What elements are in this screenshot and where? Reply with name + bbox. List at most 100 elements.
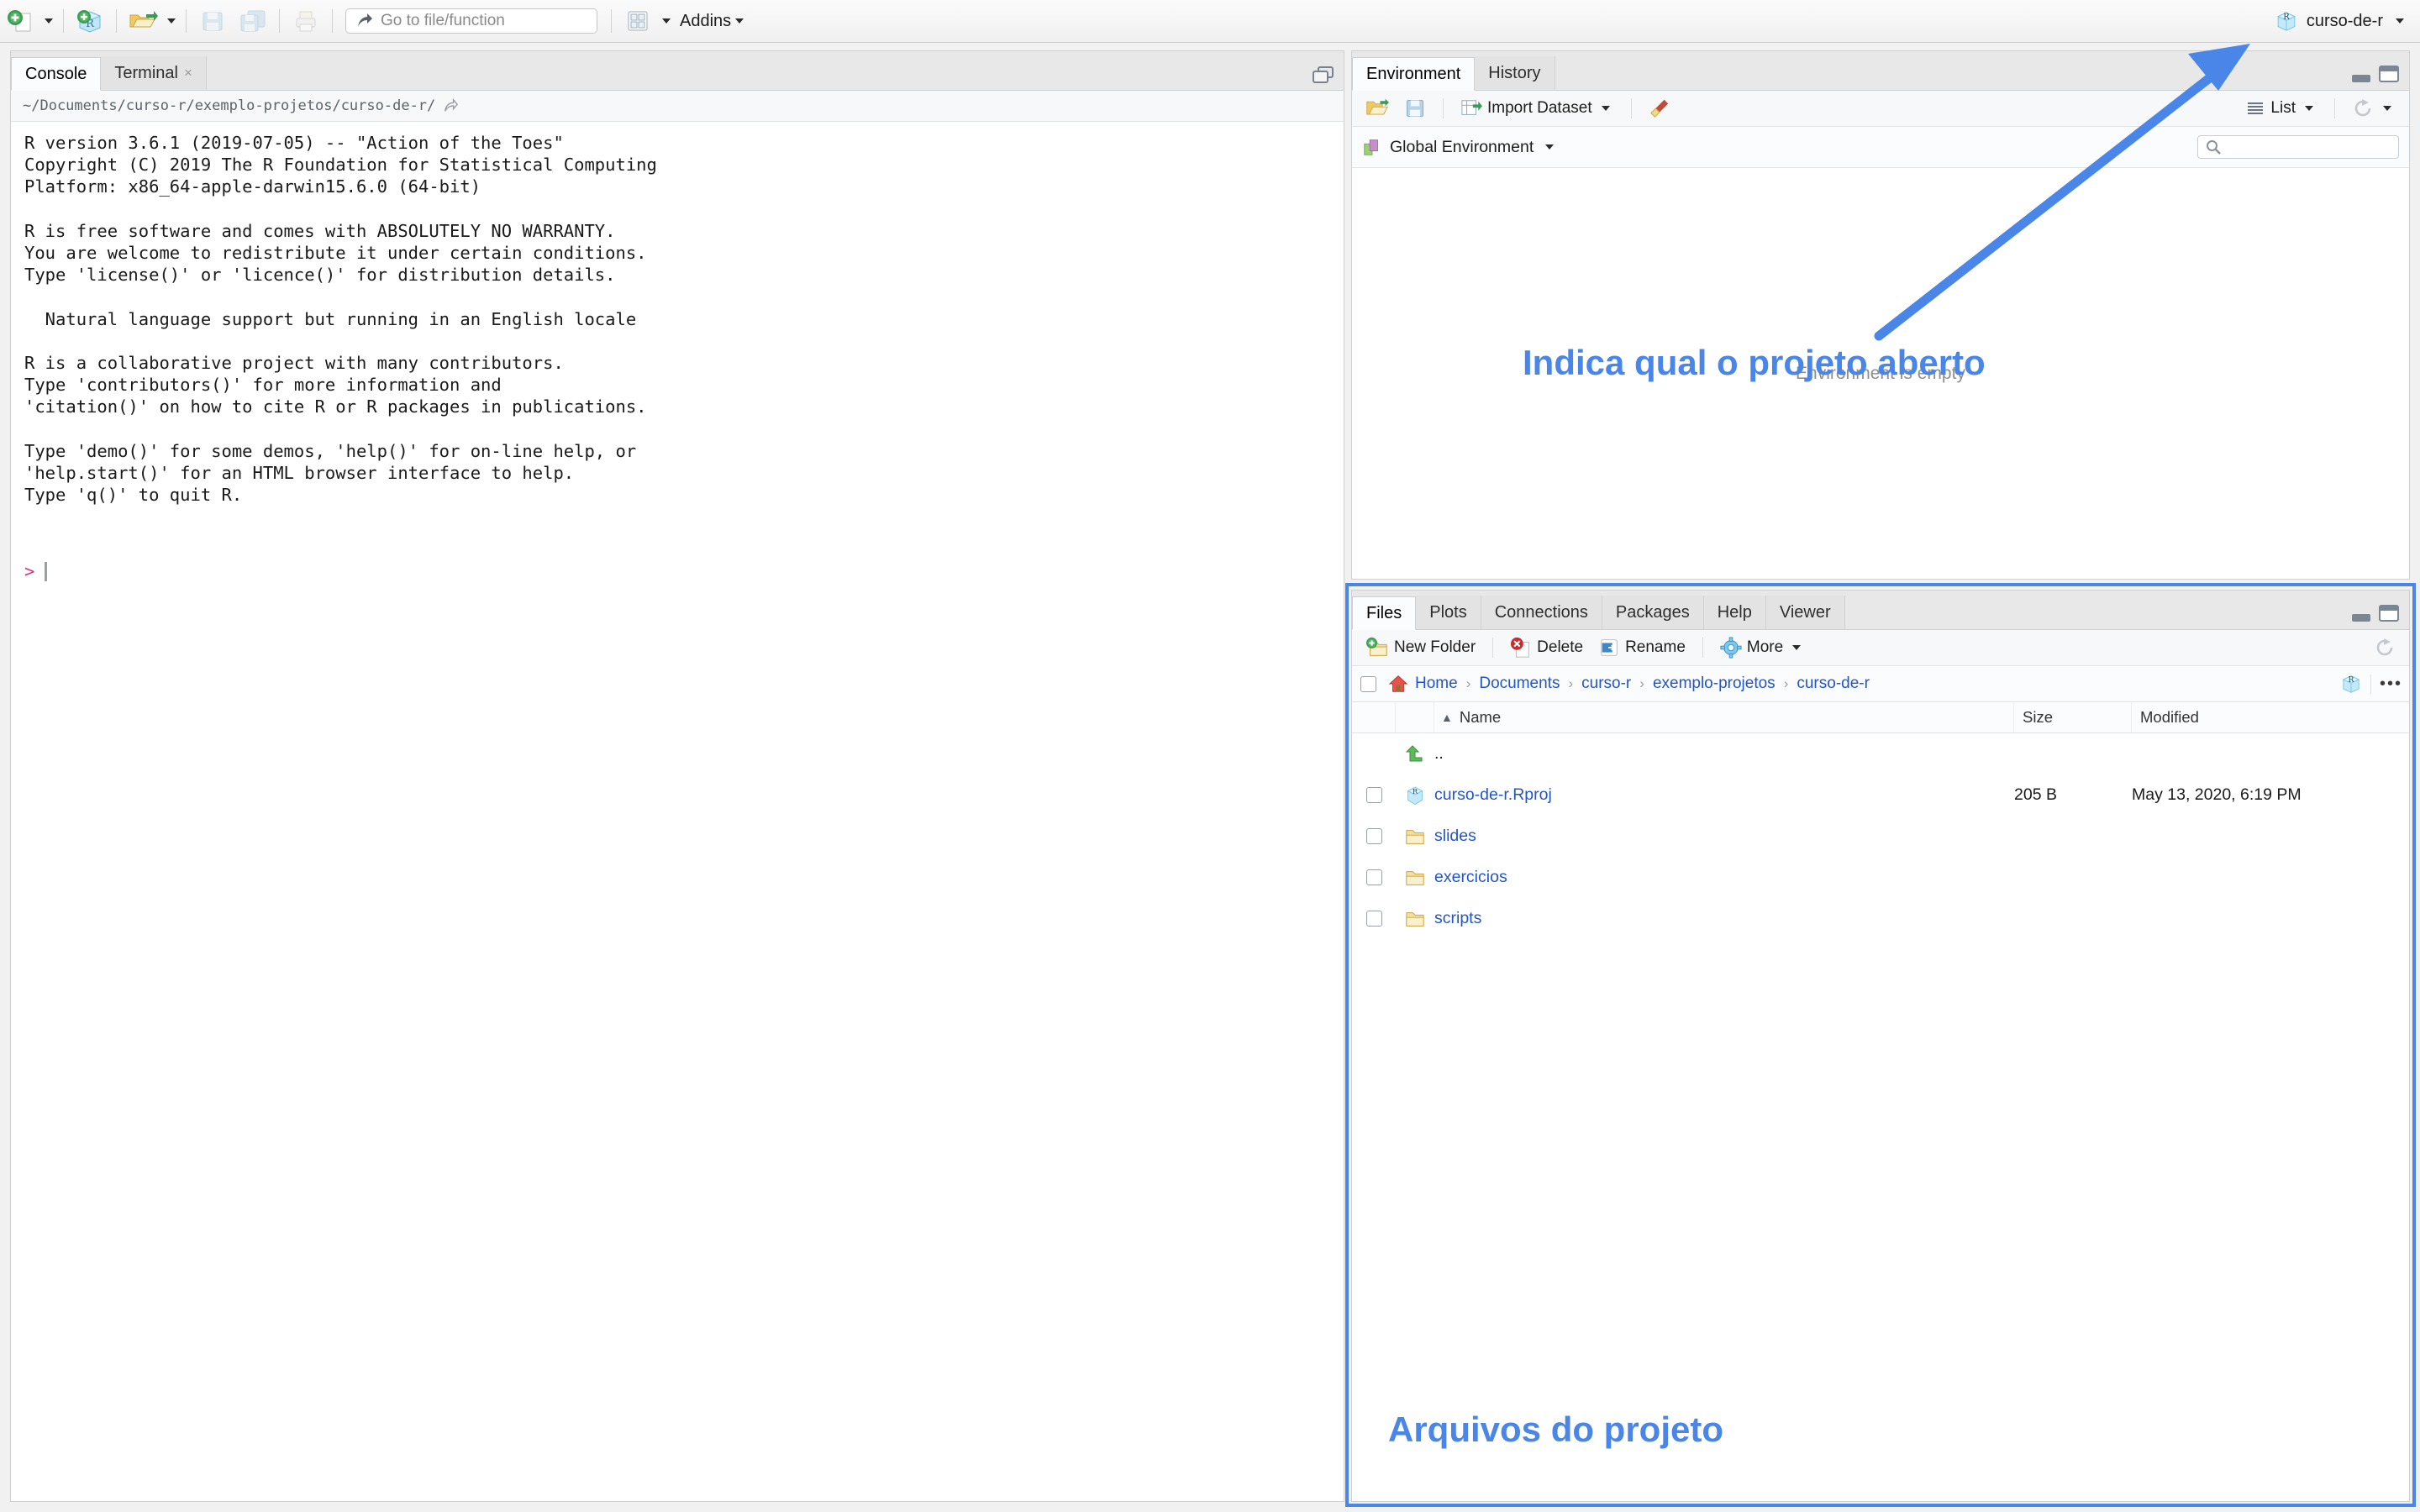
import-caret-icon[interactable] — [1602, 106, 1610, 111]
column-header-modified[interactable]: Modified — [2132, 702, 2409, 732]
table-row[interactable]: R curso-de-r.Rproj 205 B May 13, 2020, 6… — [1352, 774, 2409, 816]
breadcrumb-item-documents[interactable]: Documents — [1479, 675, 1560, 693]
addins-label[interactable]: Addins — [680, 12, 731, 31]
table-row[interactable]: .. — [1352, 733, 2409, 774]
tab-viewer[interactable]: Viewer — [1766, 596, 1845, 629]
console-prompt: > — [24, 560, 34, 582]
tab-connections[interactable]: Connections — [1481, 596, 1602, 629]
tab-packages[interactable]: Packages — [1602, 596, 1704, 629]
breadcrumb-item-exemplo-projetos[interactable]: exemplo-projetos — [1653, 675, 1776, 693]
row-name-scripts[interactable]: scripts — [1434, 909, 2014, 928]
breadcrumb-item-curso-r[interactable]: curso-r — [1581, 675, 1631, 693]
files-refresh-button[interactable] — [2369, 633, 2401, 662]
rproj-cube-icon: R — [2340, 673, 2362, 695]
workspace-panes-button[interactable] — [618, 4, 658, 38]
clear-objects-button[interactable] — [1644, 94, 1676, 123]
tab-files[interactable]: Files — [1352, 596, 1416, 630]
new-project-button[interactable]: R — [70, 4, 110, 38]
close-icon[interactable]: × — [184, 65, 192, 81]
tab-terminal[interactable]: Terminal × — [101, 56, 207, 90]
broom-icon — [1649, 97, 1670, 119]
row-size: 205 B — [2014, 785, 2132, 805]
divider — [186, 9, 187, 33]
table-row[interactable]: exercicios — [1352, 857, 2409, 898]
open-file-button[interactable] — [123, 4, 163, 38]
row-name-parent[interactable]: .. — [1434, 744, 2014, 764]
view-mode-label: List — [2270, 99, 2296, 118]
svg-text:R: R — [2349, 675, 2355, 685]
table-row[interactable]: slides — [1352, 816, 2409, 857]
minimize-icon[interactable] — [2352, 614, 2370, 622]
annotation-project-note: Indica qual o projeto aberto — [1523, 343, 1986, 383]
breadcrumb-item-home[interactable]: Home — [1415, 675, 1458, 693]
maximize-icon[interactable] — [2379, 66, 2399, 82]
tab-plots-label: Plots — [1429, 603, 1466, 622]
more-button[interactable]: More — [1715, 633, 1810, 662]
home-icon — [1388, 674, 1408, 694]
minimize-icon[interactable] — [2352, 75, 2370, 82]
maximize-icon[interactable] — [2379, 605, 2399, 622]
global-environment-selector[interactable]: Global Environment — [1362, 137, 1558, 157]
tab-environment[interactable]: Environment — [1352, 57, 1475, 91]
divider — [1443, 98, 1444, 118]
breadcrumb-more-icon[interactable]: ••• — [2370, 675, 2402, 694]
new-folder-button[interactable]: New Folder — [1360, 633, 1481, 662]
open-in-files-icon — [443, 98, 458, 113]
console-pane: Console Terminal × ~/Documents/curso-r/e… — [10, 50, 1344, 1502]
save-button[interactable] — [192, 4, 233, 38]
environment-search-input[interactable] — [2197, 135, 2399, 159]
tab-history[interactable]: History — [1475, 56, 1555, 90]
save-all-button[interactable] — [233, 4, 273, 38]
console-path-text: ~/Documents/curso-r/exemplo-projetos/cur… — [23, 97, 435, 114]
import-dataset-button[interactable]: Import Dataset — [1455, 94, 1619, 123]
main-toolbar: R — [0, 0, 2420, 43]
new-file-caret-icon[interactable] — [45, 18, 53, 24]
scope-caret-icon[interactable] — [1545, 144, 1554, 150]
tab-help[interactable]: Help — [1704, 596, 1766, 629]
load-workspace-button[interactable] — [1360, 94, 1394, 123]
row-name-exercicios[interactable]: exercicios — [1434, 868, 2014, 887]
row-name-rproj[interactable]: curso-de-r.Rproj — [1434, 785, 2014, 805]
addins-caret-icon[interactable] — [735, 18, 744, 24]
annotation-files-note: Arquivos do projeto — [1388, 1410, 1723, 1450]
rename-label: Rename — [1625, 638, 1686, 657]
new-file-button[interactable] — [0, 4, 40, 38]
panes-caret-icon[interactable] — [662, 18, 671, 24]
breadcrumb-item-curso-de-r[interactable]: curso-de-r — [1797, 675, 1870, 693]
column-header-size[interactable]: Size — [2014, 702, 2132, 732]
refresh-button[interactable] — [2347, 94, 2401, 123]
refresh-caret-icon[interactable] — [2383, 106, 2391, 111]
project-indicator[interactable]: R curso-de-r — [2275, 0, 2408, 42]
row-checkbox[interactable] — [1366, 787, 1382, 803]
files-breadcrumb: Home › Documents › curso-r › exemplo-pro… — [1352, 666, 2409, 702]
goto-file-function-input[interactable]: Go to file/function — [345, 8, 597, 34]
rename-icon — [1598, 637, 1620, 659]
column-header-name[interactable]: ▲ Name — [1434, 702, 2014, 732]
header-icon-col — [1396, 702, 1434, 732]
select-all-checkbox[interactable] — [1360, 676, 1376, 692]
console-input-line[interactable]: > — [11, 506, 1344, 627]
console-pane-tabbar: Console Terminal × — [11, 51, 1344, 91]
environment-cubes-icon — [1362, 137, 1382, 157]
row-checkbox[interactable] — [1366, 828, 1382, 844]
delete-button[interactable]: Delete — [1505, 633, 1588, 662]
maximize-icon[interactable] — [1312, 66, 1334, 82]
row-modified: May 13, 2020, 6:19 PM — [2132, 785, 2409, 805]
rename-button[interactable]: Rename — [1593, 633, 1691, 662]
more-caret-icon[interactable] — [1792, 645, 1801, 650]
row-checkbox-cell — [1352, 869, 1396, 885]
open-file-caret-icon[interactable] — [167, 18, 176, 24]
row-name-slides[interactable]: slides — [1434, 827, 2014, 846]
tab-console[interactable]: Console — [11, 57, 101, 91]
table-row[interactable]: scripts — [1352, 898, 2409, 939]
files-pane: Files Plots Connections Packages Help Vi… — [1351, 590, 2410, 1502]
row-checkbox[interactable] — [1366, 869, 1382, 885]
view-mode-button[interactable]: List — [2240, 94, 2323, 123]
print-button[interactable] — [286, 4, 326, 38]
save-workspace-button[interactable] — [1399, 94, 1431, 123]
divider — [611, 9, 612, 33]
tab-plots[interactable]: Plots — [1416, 596, 1481, 629]
view-mode-caret-icon[interactable] — [2305, 106, 2313, 111]
row-checkbox[interactable] — [1366, 911, 1382, 927]
project-caret-icon[interactable] — [2396, 18, 2404, 24]
